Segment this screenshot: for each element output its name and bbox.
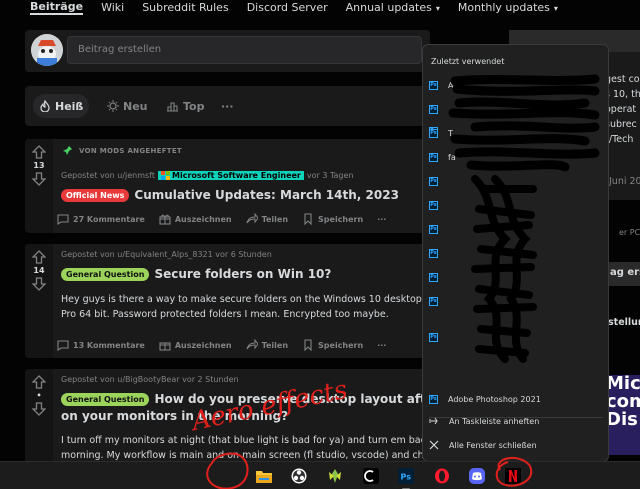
- circle-mark: [495, 456, 533, 487]
- red-annotation-overlay: Aero effects: [187, 375, 533, 489]
- annotation-text: Aero effects: [187, 375, 350, 438]
- circle-mark: [206, 452, 249, 489]
